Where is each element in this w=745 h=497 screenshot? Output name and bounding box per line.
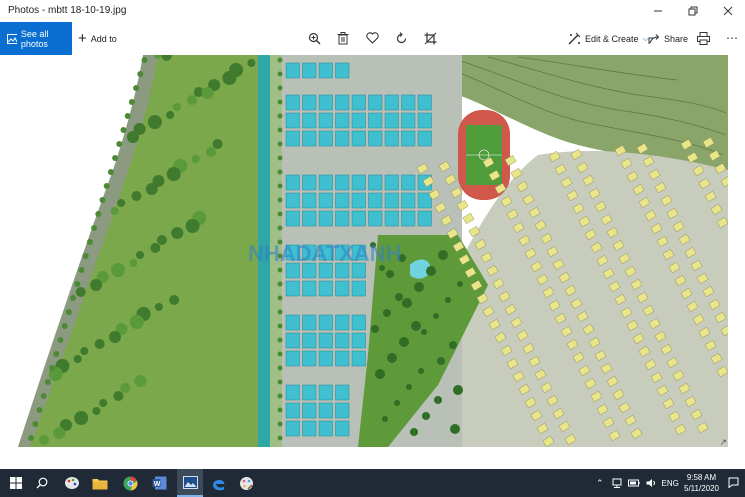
share-label: Share — [664, 33, 689, 44]
favorite-button[interactable] — [362, 28, 382, 48]
crop-icon — [424, 32, 436, 44]
clock-date: 5/11/2020 — [684, 484, 719, 493]
maximize-button[interactable] — [675, 0, 710, 22]
crop-button[interactable] — [420, 28, 440, 48]
taskbar-app-file-explorer[interactable] — [90, 473, 110, 493]
taskbar-app-photos[interactable] — [177, 469, 203, 497]
more-options-button[interactable]: ⋯ — [722, 28, 742, 48]
add-to-button[interactable]: + Add to — [78, 22, 117, 55]
network-icon[interactable] — [612, 478, 622, 488]
word-icon: W — [152, 476, 166, 490]
edge-icon — [212, 479, 224, 490]
minimize-icon — [653, 10, 662, 12]
taskbar-app-paint3d[interactable] — [236, 473, 256, 493]
volume-icon[interactable] — [646, 478, 656, 488]
edit-create-label: Edit & Create — [585, 33, 639, 44]
notification-icon — [728, 477, 739, 489]
share-button[interactable]: Share — [648, 22, 688, 55]
folder-icon — [92, 478, 108, 489]
toolbar: See all photos + Add to Edit & Create ⌵ … — [0, 22, 745, 55]
heart-icon — [365, 32, 379, 44]
photos-app-icon — [182, 475, 198, 489]
rotate-button[interactable] — [391, 28, 411, 48]
window-title: Photos - mbtt 18-10-19.jpg — [8, 5, 127, 16]
edit-create-icon — [568, 32, 581, 45]
plus-icon: + — [78, 29, 87, 47]
close-button[interactable] — [710, 0, 745, 22]
system-tray: ⌃ ENG — [596, 469, 679, 497]
search-icon — [36, 477, 48, 489]
watermark: NHADATXANH — [248, 241, 402, 266]
taskbar-app-edge[interactable] — [208, 473, 228, 493]
taskbar-app-word[interactable]: W — [149, 473, 169, 493]
battery-icon[interactable] — [627, 479, 640, 487]
search-button[interactable] — [32, 473, 52, 493]
share-icon — [648, 33, 660, 44]
trash-icon — [337, 31, 349, 44]
see-all-photos-button[interactable]: See all photos — [0, 22, 72, 55]
rotate-icon — [396, 31, 406, 43]
zoom-in-icon — [308, 32, 320, 44]
taskbar: W ⌃ ENG 9:58 AM 5/11/2020 — [0, 469, 745, 497]
more-icon: ⋯ — [726, 31, 738, 45]
master-plan-map: NHADATXANH — [18, 55, 728, 447]
printer-icon — [696, 31, 710, 45]
windows-icon — [10, 477, 22, 489]
taskbar-app-chrome[interactable] — [120, 473, 140, 493]
add-to-label: Add to — [90, 33, 117, 44]
chevron-up-icon[interactable]: ⌃ — [596, 478, 604, 489]
paint-app-icon — [65, 477, 79, 489]
see-all-photos-label: See all photos — [20, 28, 49, 49]
expand-icon[interactable]: ↗ — [719, 437, 727, 448]
minimize-button[interactable] — [640, 0, 675, 22]
restore-icon — [688, 6, 697, 16]
chrome-icon — [123, 476, 137, 490]
taskbar-app-paint[interactable] — [62, 473, 82, 493]
language-indicator[interactable]: ENG — [662, 479, 679, 488]
zoom-button[interactable] — [304, 28, 324, 48]
clock[interactable]: 9:58 AM 5/11/2020 — [684, 472, 719, 494]
print-button[interactable] — [693, 28, 713, 48]
delete-button[interactable] — [333, 28, 353, 48]
svg-text:W: W — [153, 481, 160, 488]
photo-image[interactable]: NHADATXANH — [18, 55, 728, 447]
photos-icon — [7, 33, 17, 44]
clock-time: 9:58 AM — [686, 473, 717, 482]
paint-brush-icon — [239, 476, 253, 490]
close-icon — [723, 6, 732, 16]
photo-viewer: NHADATXANH ↗ — [0, 55, 745, 469]
notifications-button[interactable] — [728, 475, 739, 493]
start-button[interactable] — [6, 473, 26, 493]
title-bar: Photos - mbtt 18-10-19.jpg — [0, 0, 745, 22]
edit-create-button[interactable]: Edit & Create ⌵ — [568, 22, 649, 55]
